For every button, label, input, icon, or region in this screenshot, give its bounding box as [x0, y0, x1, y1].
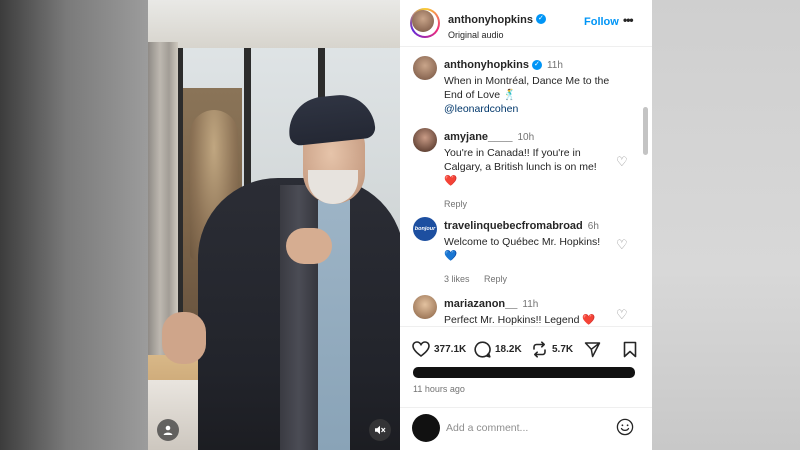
comment-username[interactable]: mariazanon__: [444, 298, 517, 310]
smiley-icon: [616, 418, 634, 436]
like-button[interactable]: 377.1K: [412, 341, 466, 357]
story-ring[interactable]: [410, 8, 440, 38]
video-person-scarf: [280, 185, 318, 450]
comments-list[interactable]: anthonyhopkins ✓ 11h When in Montréal, Dan…: [400, 47, 652, 325]
comment-username[interactable]: travelinquebecfromabroad: [444, 220, 583, 232]
reply-button[interactable]: Reply: [444, 199, 467, 209]
avatar: [412, 10, 434, 32]
author-username[interactable]: anthonyhopkins: [448, 14, 533, 26]
comment-text: Welcome to Québec Mr. Hopkins! 💙: [444, 236, 601, 262]
like-comment-heart-icon[interactable]: ♡: [616, 154, 628, 170]
comment-time: 11h: [522, 299, 539, 310]
reel-video[interactable]: [148, 0, 400, 450]
avatar[interactable]: bonjour québec: [413, 217, 437, 256]
video-ceiling: [148, 0, 400, 48]
reposts-count: 5.7K: [552, 344, 574, 355]
muted-speaker-icon: [375, 425, 386, 435]
repost-icon: [533, 341, 546, 358]
verified-badge-icon: ✓: [531, 60, 542, 71]
avatar: [412, 414, 440, 442]
comment-likes-count[interactable]: 3 likes: [444, 274, 470, 284]
likes-count: 377.1K: [434, 343, 467, 355]
verified-badge-icon: ✓: [535, 13, 546, 24]
like-comment-heart-icon[interactable]: ♡: [616, 237, 628, 253]
caption-text: When in Montréal, Dance Me to the End of…: [444, 75, 610, 101]
save-button[interactable]: [623, 341, 641, 358]
comment-bubble-icon: [474, 341, 491, 358]
avatar[interactable]: [413, 56, 437, 80]
comment-text: You're in Canada!! If you're in Calgary,…: [444, 147, 597, 187]
comment-time: 10h: [517, 132, 535, 143]
video-person-hand: [286, 228, 332, 264]
post-detail-panel: anthonyhopkins ✓ Original audio Follow ••…: [400, 0, 652, 450]
share-button[interactable]: [584, 341, 605, 358]
avatar[interactable]: [413, 295, 437, 319]
emoji-picker-button[interactable]: [616, 418, 634, 441]
comment-text: Perfect Mr. Hopkins!! Legend ❤️: [444, 314, 596, 325]
tagged-user-button[interactable]: [157, 419, 179, 441]
audio-link[interactable]: Original audio: [448, 30, 546, 40]
comments-count: 18.2K: [495, 344, 522, 355]
background-right-blur: [652, 0, 800, 450]
like-comment-heart-icon[interactable]: ♡: [616, 307, 628, 323]
user-icon: [163, 425, 173, 435]
caption-time: 11h: [546, 60, 563, 71]
send-icon: [584, 342, 601, 358]
avatar[interactable]: [413, 128, 437, 152]
mute-button[interactable]: [369, 419, 391, 441]
bookmark-icon: [623, 341, 637, 358]
heart-icon: [412, 341, 430, 357]
more-options-icon[interactable]: •••: [623, 13, 634, 27]
add-comment-input[interactable]: Add a comment...: [446, 422, 528, 434]
background-left-blur: [0, 0, 148, 450]
comments-scrollbar[interactable]: [643, 107, 648, 155]
post-timestamp: 11 hours ago: [413, 384, 465, 394]
comment-button[interactable]: 18.2K: [474, 341, 522, 358]
video-person-hand: [162, 312, 206, 364]
reply-button[interactable]: Reply: [484, 274, 507, 284]
caption-username[interactable]: anthonyhopkins: [444, 59, 529, 71]
redacted-likes-summary: [413, 367, 635, 378]
comment-username[interactable]: amyjane____: [444, 131, 513, 143]
follow-button[interactable]: Follow: [584, 16, 619, 28]
repost-button[interactable]: 5.7K: [531, 341, 573, 358]
post-header: anthonyhopkins ✓ Original audio Follow ••…: [400, 0, 652, 47]
mention-link[interactable]: @leonardcohen: [444, 102, 612, 116]
comment-time: 6h: [587, 221, 599, 232]
action-bar: 377.1K 18.2K 5.7K 11 hours ago Add a com…: [400, 326, 652, 450]
